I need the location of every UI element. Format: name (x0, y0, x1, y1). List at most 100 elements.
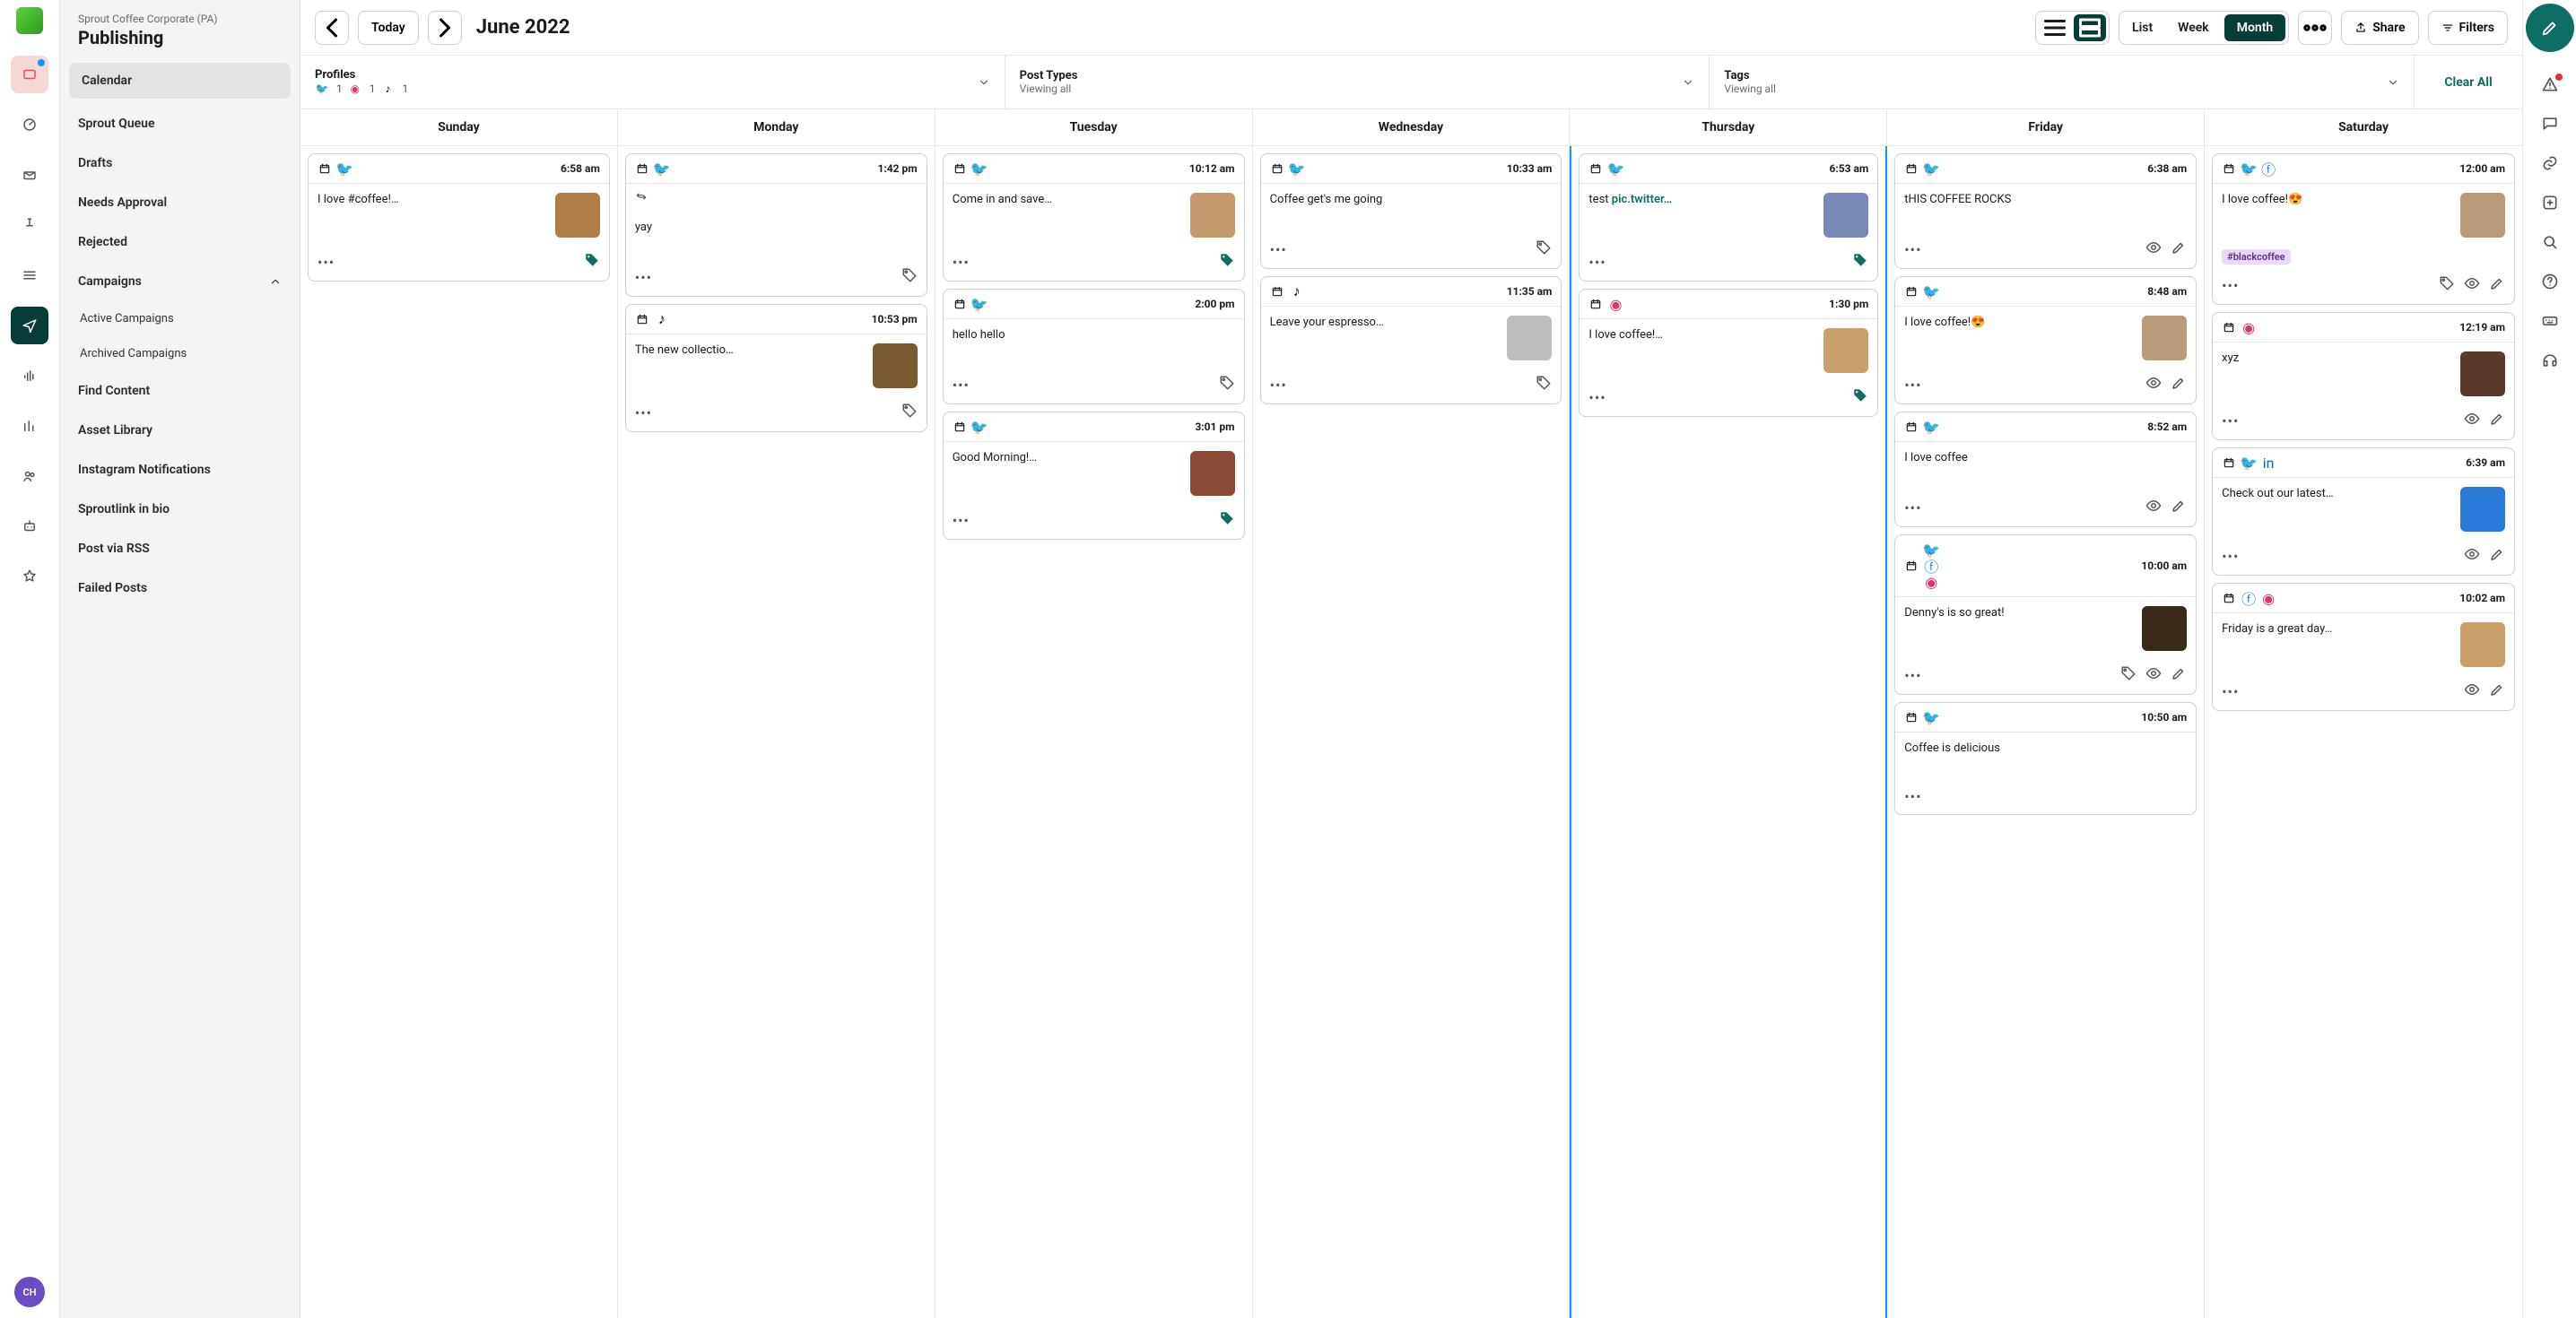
view-month[interactable]: Month (2224, 14, 2286, 41)
help-icon[interactable] (2541, 273, 2559, 294)
post-more-button[interactable]: ••• (1270, 377, 1287, 394)
nav-post-rss[interactable]: Post via RSS (60, 529, 300, 568)
rail-people[interactable] (11, 457, 48, 495)
post-more-button[interactable]: ••• (1904, 377, 1921, 394)
post-card[interactable]: 🐦10:12 am Come in and save… ••• (943, 153, 1245, 282)
post-card[interactable]: 🐦3:01 pm Good Morning!… ••• (943, 412, 1245, 540)
tag-icon[interactable] (2120, 665, 2137, 685)
user-avatar[interactable]: CH (14, 1277, 45, 1307)
preview-icon[interactable] (2145, 665, 2162, 685)
tag-icon[interactable] (901, 267, 918, 287)
rail-pin[interactable] (11, 206, 48, 244)
post-card[interactable]: 🐦8:52 am I love coffee ••• (1894, 412, 2197, 527)
add-icon[interactable] (2541, 194, 2559, 215)
post-more-button[interactable]: ••• (1588, 389, 1606, 406)
rail-list[interactable] (11, 256, 48, 294)
nav-calendar[interactable]: Calendar (69, 63, 291, 99)
rail-dashboard[interactable] (11, 106, 48, 143)
post-more-button[interactable]: ••• (1904, 241, 1921, 258)
preview-icon[interactable] (2464, 546, 2480, 566)
rail-inbox[interactable] (11, 56, 48, 93)
links-icon[interactable] (2541, 154, 2559, 176)
nav-sprout-queue[interactable]: Sprout Queue (60, 104, 300, 143)
search-icon[interactable] (2541, 233, 2559, 255)
edit-icon[interactable] (2171, 239, 2187, 259)
rail-messages[interactable] (11, 156, 48, 194)
post-card[interactable]: 🐦10:50 am Coffee is delicious ••• (1894, 702, 2197, 815)
preview-icon[interactable] (2145, 375, 2162, 395)
edit-icon[interactable] (2171, 375, 2187, 395)
post-card[interactable]: ◉1:30 pm I love coffee!… ••• (1579, 289, 1878, 417)
post-card[interactable]: 🐦1:42 pm yay ••• (625, 153, 927, 297)
keyboard-icon[interactable] (2541, 312, 2559, 334)
post-card[interactable]: 🐦6:53 am test pic.twitter… ••• (1579, 153, 1878, 282)
rail-star[interactable] (11, 558, 48, 595)
nav-sproutlink[interactable]: Sproutlink in bio (60, 490, 300, 529)
density-compact[interactable] (2039, 14, 2071, 41)
today-button[interactable]: Today (358, 11, 419, 45)
share-button[interactable]: Share (2341, 11, 2418, 45)
preview-icon[interactable] (2145, 239, 2162, 259)
edit-icon[interactable] (2489, 411, 2505, 430)
nav-active-campaigns[interactable]: Active Campaigns (60, 301, 300, 336)
post-more-button[interactable]: ••• (1904, 788, 1921, 805)
nav-needs-approval[interactable]: Needs Approval (60, 183, 300, 222)
density-comfortable[interactable] (2074, 14, 2106, 41)
tag-icon[interactable] (2439, 275, 2455, 295)
tag-icon[interactable] (1536, 239, 1552, 259)
post-card[interactable]: 🐦ⓕ◉10:00 am Denny's is so great! ••• (1894, 534, 2197, 695)
alerts-icon[interactable] (2541, 75, 2559, 97)
post-more-button[interactable]: ••• (635, 269, 652, 286)
post-more-button[interactable]: ••• (2222, 412, 2239, 429)
more-button[interactable] (2298, 11, 2332, 45)
filters-button[interactable]: Filters (2428, 11, 2508, 45)
post-more-button[interactable]: ••• (2222, 548, 2239, 565)
preview-icon[interactable] (2145, 498, 2162, 517)
post-card[interactable]: ⓕ◉10:02 am Friday is a great day… ••• (2212, 583, 2515, 711)
rail-bot[interactable] (11, 507, 48, 545)
prev-month-button[interactable] (315, 11, 349, 45)
nav-find-content[interactable]: Find Content (60, 371, 300, 411)
filter-profiles[interactable]: Profiles 🐦1 ◉1 ♪1 (300, 56, 1005, 108)
view-week[interactable]: Week (2165, 12, 2222, 44)
preview-icon[interactable] (2464, 275, 2480, 295)
edit-icon[interactable] (2489, 275, 2505, 295)
tag-icon[interactable] (584, 252, 600, 272)
tag-icon[interactable] (1219, 252, 1235, 272)
preview-icon[interactable] (2464, 681, 2480, 701)
filter-post-types[interactable]: Post Types Viewing all (1005, 56, 1710, 108)
next-month-button[interactable] (428, 11, 462, 45)
post-more-button[interactable]: ••• (953, 377, 970, 394)
post-link[interactable]: pic.twitter… (1612, 193, 1672, 206)
post-more-button[interactable]: ••• (2222, 683, 2239, 700)
rail-reports[interactable] (11, 407, 48, 445)
edit-icon[interactable] (2489, 681, 2505, 701)
post-more-button[interactable]: ••• (635, 404, 652, 421)
nav-drafts[interactable]: Drafts (60, 143, 300, 183)
app-logo[interactable] (16, 7, 43, 34)
tag-icon[interactable] (1219, 510, 1235, 530)
post-card[interactable]: ♪10:53 pm The new collectio… ••• (625, 304, 927, 432)
post-more-button[interactable]: ••• (1904, 667, 1921, 684)
comments-icon[interactable] (2541, 115, 2559, 136)
rail-listening[interactable] (11, 357, 48, 395)
post-more-button[interactable]: ••• (318, 254, 335, 271)
nav-instagram-notifications[interactable]: Instagram Notifications (60, 450, 300, 490)
edit-icon[interactable] (2489, 546, 2505, 566)
post-card[interactable]: 🐦ⓕ12:00 am I love coffee!😍 #blackcoffee … (2212, 153, 2515, 305)
clear-all-filters[interactable]: Clear All (2415, 56, 2522, 108)
post-card[interactable]: ♪11:35 am Leave your espresso… ••• (1260, 276, 1562, 404)
tag-icon[interactable] (901, 403, 918, 422)
tag-icon[interactable] (1536, 375, 1552, 395)
view-list[interactable]: List (2119, 12, 2165, 44)
nav-rejected[interactable]: Rejected (60, 222, 300, 262)
tag-icon[interactable] (1852, 387, 1868, 407)
post-more-button[interactable]: ••• (2222, 277, 2239, 294)
tag-icon[interactable] (1852, 252, 1868, 272)
post-card[interactable]: 🐦10:33 am Coffee get's me going ••• (1260, 153, 1562, 269)
rail-publishing[interactable] (11, 307, 48, 344)
filter-tags[interactable]: Tags Viewing all (1710, 56, 2415, 108)
post-more-button[interactable]: ••• (953, 512, 970, 529)
post-more-button[interactable]: ••• (1904, 499, 1921, 516)
nav-campaigns[interactable]: Campaigns (60, 262, 300, 301)
